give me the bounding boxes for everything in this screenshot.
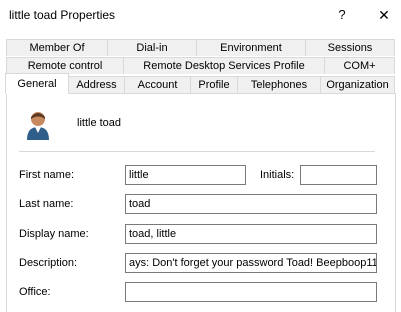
tab-com-plus[interactable]: COM+ bbox=[324, 57, 395, 74]
help-button[interactable]: ? bbox=[332, 6, 352, 24]
office-field[interactable] bbox=[125, 282, 377, 302]
first-name-field[interactable]: little bbox=[125, 165, 246, 185]
tab-sessions[interactable]: Sessions bbox=[305, 39, 395, 56]
separator bbox=[19, 151, 375, 152]
initials-field[interactable] bbox=[300, 165, 377, 185]
first-name-label: First name: bbox=[19, 169, 75, 181]
display-name-field[interactable]: toad, little bbox=[125, 224, 377, 244]
title-bar: little toad Properties ? ✕ bbox=[0, 0, 401, 30]
tab-profile[interactable]: Profile bbox=[190, 76, 238, 93]
initials-label: Initials: bbox=[260, 169, 295, 181]
tab-general[interactable]: General bbox=[5, 73, 69, 94]
tab-address[interactable]: Address bbox=[68, 76, 125, 93]
close-button[interactable]: ✕ bbox=[373, 6, 395, 24]
description-field[interactable]: ays: Don't forget your password Toad! Be… bbox=[125, 253, 377, 273]
description-label: Description: bbox=[19, 257, 78, 269]
office-label: Office: bbox=[19, 286, 51, 298]
tab-member-of[interactable]: Member Of bbox=[6, 39, 108, 56]
last-name-field[interactable]: toad bbox=[125, 194, 377, 214]
tab-environment[interactable]: Environment bbox=[196, 39, 306, 56]
tab-remote-control[interactable]: Remote control bbox=[6, 57, 124, 74]
tab-account[interactable]: Account bbox=[124, 76, 191, 93]
tab-rds-profile[interactable]: Remote Desktop Services Profile bbox=[123, 57, 325, 74]
user-display-header: little toad bbox=[77, 117, 122, 129]
display-name-label: Display name: bbox=[19, 228, 89, 240]
tab-telephones[interactable]: Telephones bbox=[237, 76, 321, 93]
tab-dial-in[interactable]: Dial-in bbox=[107, 39, 197, 56]
tab-organization[interactable]: Organization bbox=[320, 76, 395, 93]
user-avatar-icon bbox=[27, 112, 49, 140]
last-name-label: Last name: bbox=[19, 198, 74, 210]
window-title: little toad Properties bbox=[9, 8, 116, 22]
